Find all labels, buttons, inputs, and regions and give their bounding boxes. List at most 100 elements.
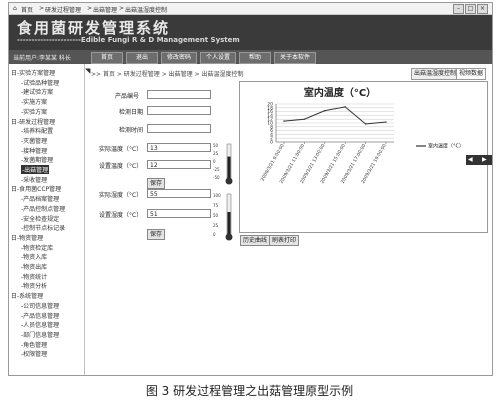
scroll-control-widget[interactable]: ◀ ▶ xyxy=(466,155,492,165)
data-point xyxy=(344,106,346,108)
check-time-input[interactable] xyxy=(147,124,211,133)
top-nav: 当前用户:李某某 科长 首页 退出 修改密码 个人设置 帮助 关于本软件 xyxy=(9,50,492,64)
print-report-button[interactable]: 刷表打印 xyxy=(269,235,300,246)
sidebar-item[interactable]: -权限管理 xyxy=(21,349,47,358)
hum-tick: 25 xyxy=(213,223,219,228)
minimize-icon[interactable]: – xyxy=(453,4,464,14)
path-home[interactable]: 首页 xyxy=(21,5,33,14)
sidebar-item[interactable]: -灭菌管理 xyxy=(21,136,47,145)
thermometer-bulb-icon xyxy=(225,177,233,185)
sidebar-item[interactable]: -公司信息管理 xyxy=(21,301,59,310)
set-temp-label: 设置温度（°C） xyxy=(99,163,143,170)
tab-video-data[interactable]: 视频数据 xyxy=(456,68,487,80)
app-banner: 食用菌研发管理系统 ----------------------Edible F… xyxy=(9,15,492,50)
data-point xyxy=(385,121,387,123)
sidebar-item[interactable]: -角色管理 xyxy=(21,340,47,349)
sidebar-item[interactable]: -物资分析 xyxy=(21,281,47,290)
sidebar-item[interactable]: -物资检定库 xyxy=(21,243,53,252)
sidebar-item[interactable]: -部门信息管理 xyxy=(21,330,59,339)
sidebar-item[interactable]: -物资统计 xyxy=(21,272,47,281)
sidebar-tree: 日-实验方案管理 -试验品种管理 -建试验方案 -实施方案 -实验方案 日-研发过程管理 -… xyxy=(9,64,85,375)
temp-tick: -25 xyxy=(213,167,220,172)
breadcrumb: >> 首页 > 研发过程管理 > 出菇管理 > 出菇温湿度控制 xyxy=(91,71,244,78)
browser-path-bar: ⌂ 首页 > 研发过程管理 > 出菇管理 > 出菇温湿度控制 – □ × xyxy=(9,3,492,15)
actual-temp-label: 实际温度（°C） xyxy=(99,146,143,153)
figure-caption: 图 3 研发过程管理之出菇管理原型示例 xyxy=(145,384,354,398)
home-icon: ⌂ xyxy=(13,5,17,12)
temp-tick: 50 xyxy=(213,143,219,148)
product-no-label: 产品编号 xyxy=(115,93,140,100)
nav-about-button[interactable]: 关于本软件 xyxy=(274,52,316,64)
sidebar-item[interactable]: -实验方案 xyxy=(21,107,47,116)
y-tick-label: 20 xyxy=(267,102,273,108)
play-icon[interactable]: ◀ xyxy=(468,156,473,163)
main-panel: ◥ >> 首页 > 研发过程管理 > 出菇管理 > 出菇温湿度控制 出菇温湿度控… xyxy=(85,64,492,375)
check-date-input[interactable] xyxy=(147,106,211,115)
chart-title: 室内温度（°C） xyxy=(304,86,376,99)
actual-temp-input[interactable]: 13 xyxy=(147,143,211,152)
humidity-gauge: 100 75 50 25 0 xyxy=(213,193,233,241)
sidebar-item[interactable]: -培养料配置 xyxy=(21,126,53,135)
sidebar-item[interactable]: -建试验方案 xyxy=(21,87,53,96)
sidebar-item[interactable]: -发菌期管理 xyxy=(21,155,53,164)
sidebar-item[interactable]: -安全检查规定 xyxy=(21,214,59,223)
sidebar-group[interactable]: 日-系统管理 xyxy=(11,291,43,300)
hygrometer-bulb-icon xyxy=(225,233,233,241)
sidebar-item[interactable]: -控制节点标记录 xyxy=(21,223,65,232)
path-temp-control[interactable]: 出菇温湿度控制 xyxy=(125,5,167,14)
sidebar-group[interactable]: 日-研发过程管理 xyxy=(11,117,55,126)
nav-home-button[interactable]: 首页 xyxy=(91,52,123,64)
sidebar-item[interactable]: -实施方案 xyxy=(21,97,47,106)
set-humidity-label: 设置湿度（°C） xyxy=(99,212,143,219)
maximize-icon[interactable]: □ xyxy=(465,4,476,14)
sidebar-group[interactable]: 日-食用菌CCP管理 xyxy=(11,184,61,193)
set-temp-input[interactable]: 12 xyxy=(147,160,211,169)
nav-change-password-button[interactable]: 修改密码 xyxy=(161,52,197,64)
sidebar-item[interactable]: -物资出库 xyxy=(21,262,47,271)
data-point xyxy=(324,109,326,112)
temp-tick: -50 xyxy=(213,175,220,180)
humidity-level-fill xyxy=(227,212,231,234)
sidebar-item[interactable]: -物资入库 xyxy=(21,252,47,261)
nav-logout-button[interactable]: 退出 xyxy=(126,52,158,64)
tab-temp-humidity-control[interactable]: 出菇温湿度控制 xyxy=(411,68,460,80)
stop-icon[interactable]: ▶ xyxy=(482,156,487,163)
hum-tick: 100 xyxy=(213,193,221,198)
nav-personal-settings-button[interactable]: 个人设置 xyxy=(200,52,236,64)
sidebar-item[interactable]: -试验品种管理 xyxy=(21,78,59,87)
temp-tick: 0 xyxy=(213,159,216,164)
set-humidity-input[interactable]: 51 xyxy=(147,209,211,218)
sidebar-item[interactable]: -产品信息管理 xyxy=(21,311,59,320)
sidebar-item[interactable]: -人员信息管理 xyxy=(21,320,59,329)
sidebar-item[interactable]: -出菇管理 xyxy=(21,165,50,174)
history-curve-button[interactable]: 历史曲线 xyxy=(240,235,271,246)
current-user: 当前用户:李某某 科长 xyxy=(13,55,71,62)
save-humidity-button[interactable]: 保存 xyxy=(147,229,166,240)
hum-tick: 0 xyxy=(213,232,216,237)
temperature-chart-panel: 室内温度（°C） 0 2 4 6 8 10 12 14 16 18 20 2009/3/21 9:00:… xyxy=(239,81,488,233)
sidebar-item[interactable]: -产品控制点管理 xyxy=(21,204,65,213)
hum-tick: 75 xyxy=(213,203,219,208)
app-window: ⌂ 首页 > 研发过程管理 > 出菇管理 > 出菇温湿度控制 – □ × 食用菌… xyxy=(8,2,493,376)
close-icon[interactable]: × xyxy=(477,4,488,14)
data-point xyxy=(364,123,367,125)
temp-level-fill xyxy=(227,156,231,178)
product-no-input[interactable] xyxy=(147,90,211,99)
data-point xyxy=(283,120,285,122)
temp-tick: 25 xyxy=(213,151,219,156)
sidebar-group[interactable]: 日-物资管理 xyxy=(11,233,43,242)
sidebar-item[interactable]: -采收管理 xyxy=(21,175,47,184)
sidebar-item[interactable]: -产品档案管理 xyxy=(21,194,59,203)
path-rd[interactable]: 研发过程管理 xyxy=(45,5,81,14)
path-fruiting[interactable]: 出菇管理 xyxy=(93,5,117,14)
app-title-cn: 食用菌研发管理系统 xyxy=(17,19,171,37)
temperature-line-chart: 室内温度（°C）024681012141618202009/3/21 9:00:… xyxy=(260,86,464,185)
data-point xyxy=(303,118,306,120)
sidebar-group[interactable]: 日-实验方案管理 xyxy=(11,68,55,77)
temperature-gauge: 50 25 0 -25 -50 xyxy=(213,143,233,185)
save-temp-button[interactable]: 保存 xyxy=(147,178,166,189)
nav-help-button[interactable]: 帮助 xyxy=(239,52,271,64)
check-time-label: 检测时间 xyxy=(119,127,144,134)
actual-humidity-input[interactable]: 55 xyxy=(147,189,211,198)
sidebar-item[interactable]: -接种管理 xyxy=(21,146,47,155)
